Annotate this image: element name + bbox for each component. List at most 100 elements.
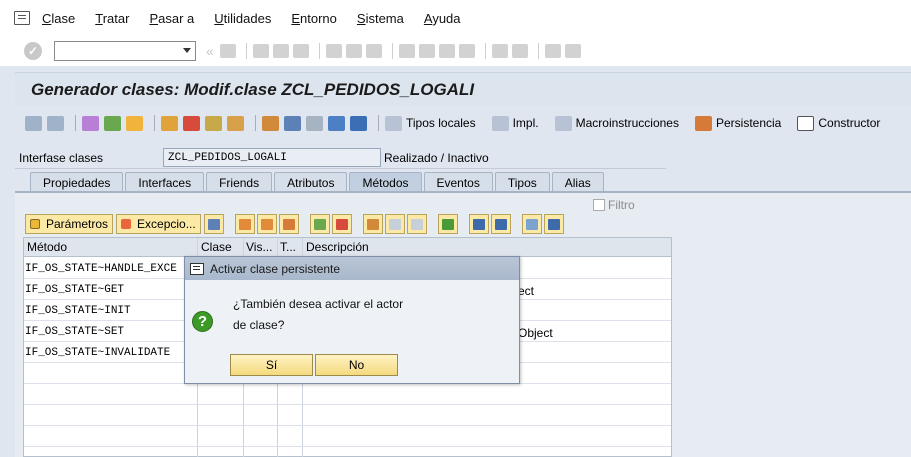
document-icon: [554, 115, 572, 131]
menu-bar: Clase Tratar Pasar a Utilidades Entorno …: [0, 0, 911, 36]
undo-button[interactable]: [543, 214, 564, 234]
enter-check-icon[interactable]: ✓: [24, 42, 42, 60]
col-visibility[interactable]: Vis...: [246, 240, 272, 254]
pencil-icon[interactable]: [183, 115, 200, 131]
where-used-icon[interactable]: [161, 115, 178, 131]
navigate-button[interactable]: [278, 214, 299, 234]
back-arrows-icon[interactable]: «: [206, 43, 214, 59]
col-description[interactable]: Descripción: [306, 240, 369, 254]
find-next-icon[interactable]: [365, 44, 382, 58]
layout-list-icon[interactable]: [284, 115, 301, 131]
last-page-icon[interactable]: [458, 44, 475, 58]
new-session-icon[interactable]: [491, 44, 508, 58]
redefine-icon: [238, 218, 251, 230]
navigation-icon[interactable]: [227, 115, 244, 131]
find-icon[interactable]: [345, 44, 362, 58]
binoculars-icon: [472, 218, 485, 230]
insert-row-button[interactable]: [309, 214, 330, 234]
object-list-icon[interactable]: [205, 115, 222, 131]
exceptions-icon: [121, 219, 132, 229]
navigate-icon: [282, 218, 295, 230]
menu-sistema[interactable]: Sistema: [357, 11, 404, 26]
constructor-button[interactable]: Constructor: [797, 115, 880, 131]
exceptions-button[interactable]: Excepcio...: [116, 214, 201, 234]
tab-metodos[interactable]: Métodos: [349, 172, 422, 192]
hierarchy-icon[interactable]: [262, 115, 279, 131]
forward-arrow-icon[interactable]: [47, 115, 64, 131]
tab-alias[interactable]: Alias: [551, 172, 604, 192]
tab-tipos[interactable]: Tipos: [494, 172, 550, 192]
exit-icon[interactable]: [272, 44, 289, 58]
previous-page-icon[interactable]: [418, 44, 435, 58]
save-icon[interactable]: [219, 44, 236, 58]
redefine-button[interactable]: [234, 214, 255, 234]
local-types-button[interactable]: Tipos locales: [385, 115, 476, 131]
activate-dialog: Activar clase persistente ? ¿También des…: [184, 256, 520, 384]
application-toolbar: Tipos locales Impl. Macroinstrucciones P…: [15, 110, 911, 136]
find-button[interactable]: [468, 214, 489, 234]
menu-clase[interactable]: Clase: [42, 11, 75, 26]
tab-propiedades[interactable]: Propiedades: [30, 172, 124, 192]
undefine-button[interactable]: [256, 214, 277, 234]
delete-row-button[interactable]: [331, 214, 352, 234]
parameters-button[interactable]: Parámetros: [25, 214, 114, 234]
yes-button[interactable]: Sí: [230, 354, 313, 376]
layout-icon[interactable]: [564, 44, 581, 58]
next-page-icon[interactable]: [438, 44, 455, 58]
cut-button[interactable]: [362, 214, 383, 234]
copy-button[interactable]: [384, 214, 405, 234]
check-icon[interactable]: [104, 115, 121, 131]
menu-entorno[interactable]: Entorno: [291, 11, 337, 26]
parameters-icon: [30, 219, 40, 229]
back-arrow-icon[interactable]: [25, 115, 42, 131]
menu-utilidades[interactable]: Utilidades: [214, 11, 271, 26]
no-button[interactable]: No: [315, 354, 398, 376]
find-next-button[interactable]: [490, 214, 511, 234]
shortcut-icon[interactable]: [511, 44, 528, 58]
display-change-icon[interactable]: [82, 115, 99, 131]
table-row[interactable]: IF_OS_STATE~INVALIDATE: [25, 347, 170, 359]
print-icon[interactable]: [325, 44, 342, 58]
command-field[interactable]: [54, 41, 196, 61]
document-icon: [385, 115, 402, 131]
first-page-icon[interactable]: [398, 44, 415, 58]
source-code-button[interactable]: [203, 214, 224, 234]
persistence-button[interactable]: Persistencia: [694, 115, 781, 131]
tab-eventos[interactable]: Eventos: [423, 172, 493, 192]
table-row[interactable]: IF_OS_STATE~HANDLE_EXCE: [25, 263, 177, 275]
class-name-field: ZCL_PEDIDOS_LOGALI: [163, 148, 381, 167]
info-icon[interactable]: [350, 115, 367, 131]
cancel-icon[interactable]: [292, 44, 309, 58]
table-row[interactable]: IF_OS_STATE~INIT: [25, 305, 131, 317]
standard-toolbar: ✓ «: [0, 36, 911, 66]
window-menu-icon[interactable]: [14, 11, 30, 25]
table-icon[interactable]: [306, 115, 323, 131]
macros-button[interactable]: Macroinstrucciones: [554, 115, 679, 131]
undo-icon: [547, 218, 560, 230]
col-class[interactable]: Clase: [201, 240, 232, 254]
tab-friends[interactable]: Friends: [206, 172, 273, 192]
menu-pasar-a[interactable]: Pasar a: [149, 11, 194, 26]
delete-row-icon: [335, 218, 348, 230]
chevron-down-icon[interactable]: [183, 48, 191, 53]
paste-button[interactable]: [406, 214, 427, 234]
tab-interfaces[interactable]: Interfaces: [125, 172, 205, 192]
col-method[interactable]: Método: [27, 240, 67, 254]
help-icon[interactable]: [544, 44, 561, 58]
menu-ayuda[interactable]: Ayuda: [424, 11, 461, 26]
filter-icon[interactable]: [328, 115, 345, 131]
dialog-title-bar: Activar clase persistente: [185, 257, 519, 280]
tab-atributos[interactable]: Atributos: [274, 172, 348, 192]
filter-checkbox[interactable]: [593, 199, 605, 211]
col-type[interactable]: T...: [280, 240, 296, 254]
undo-stack-button[interactable]: [437, 214, 458, 234]
pattern-button[interactable]: [521, 214, 542, 234]
back-icon[interactable]: [252, 44, 269, 58]
menu-tratar[interactable]: Tratar: [95, 11, 129, 26]
table-row[interactable]: IF_OS_STATE~GET: [25, 284, 124, 296]
table-row[interactable]: IF_OS_STATE~SET: [25, 326, 124, 338]
implementation-button[interactable]: Impl.: [491, 115, 539, 131]
filter-toggle[interactable]: Filtro: [593, 198, 635, 212]
activate-icon[interactable]: [126, 115, 143, 131]
command-input[interactable]: [55, 42, 175, 60]
